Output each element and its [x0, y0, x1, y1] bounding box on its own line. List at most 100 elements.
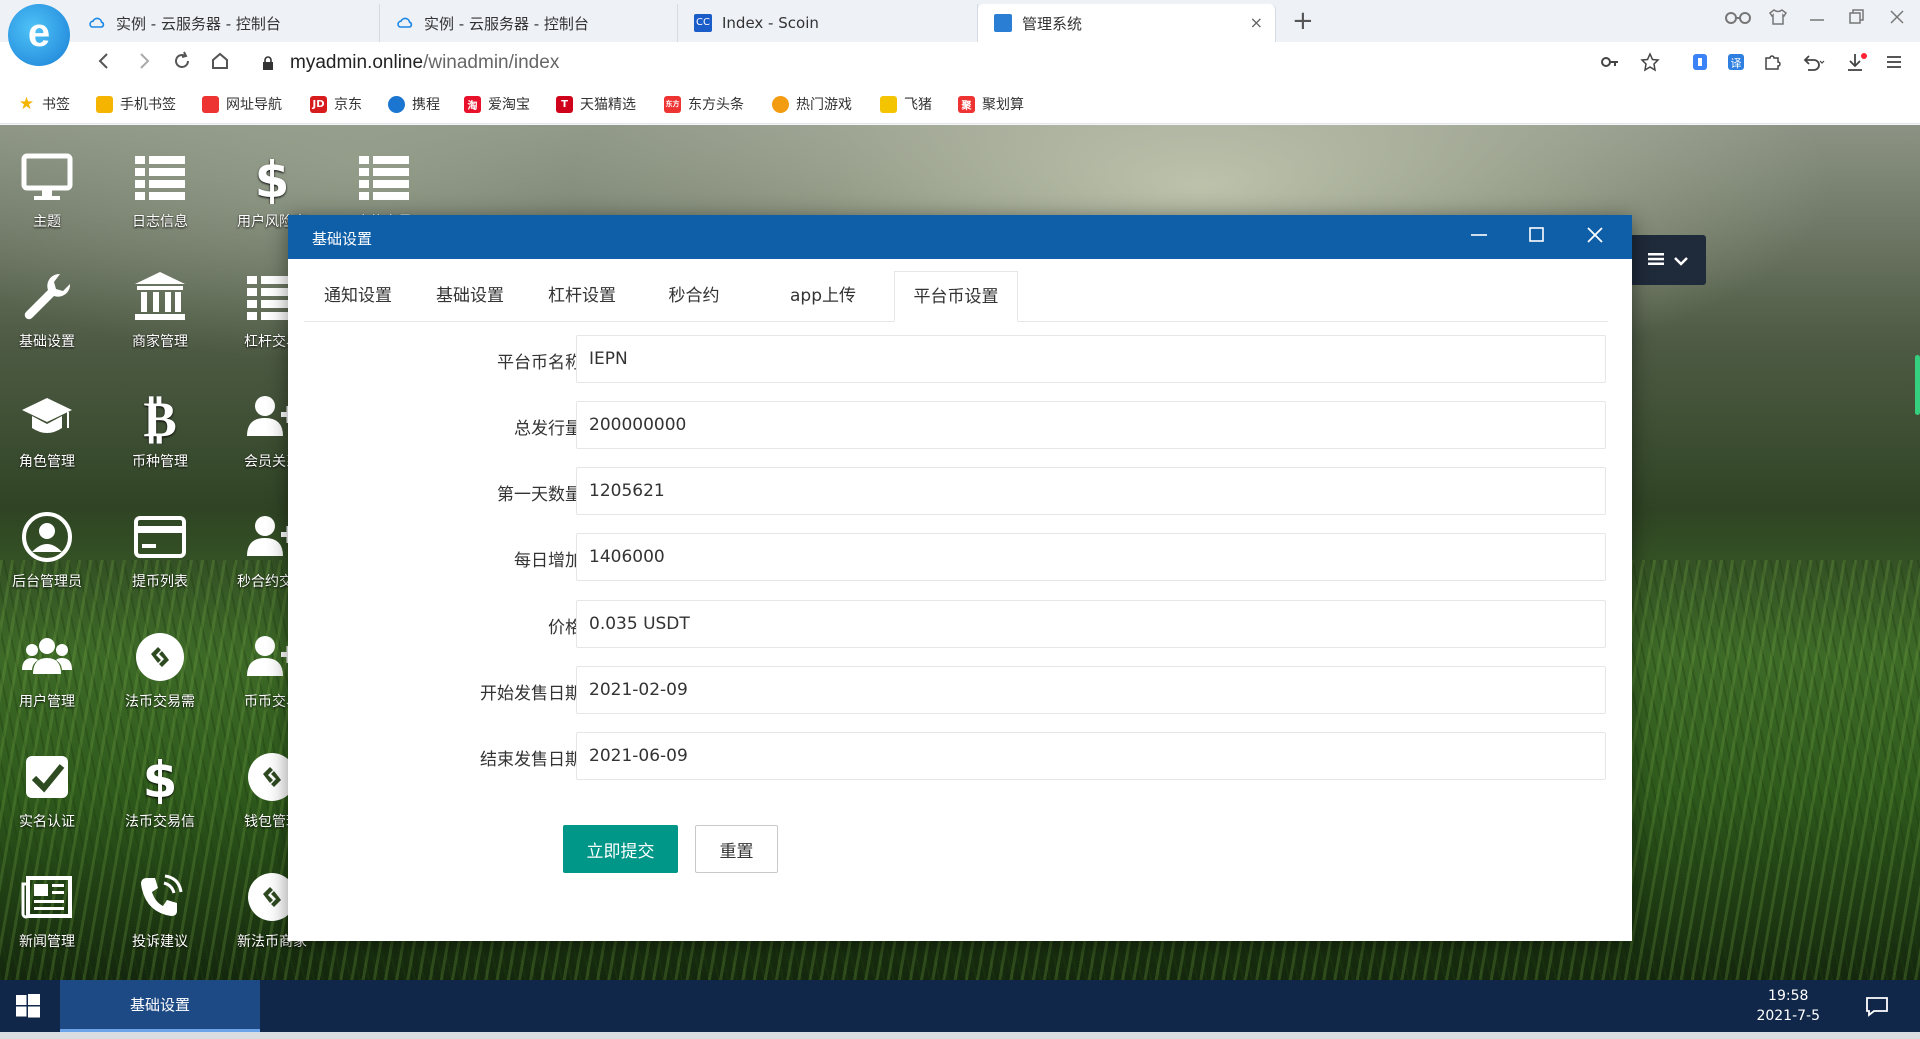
user-circle-icon	[17, 507, 77, 567]
shirt-skin-icon[interactable]	[1768, 8, 1788, 31]
bottom-edge	[0, 1032, 1920, 1039]
chevron-down-icon	[1674, 251, 1688, 270]
form-row-sale-end-date: 结束发售日期	[288, 732, 1632, 780]
close-tab-icon[interactable]: ×	[1250, 13, 1263, 32]
browser-tab-4-active[interactable]: 管理系统 ×	[978, 4, 1276, 42]
home-icon[interactable]	[210, 51, 230, 76]
star-bookmark-icon[interactable]	[1640, 52, 1660, 77]
desktop-icon-role-management[interactable]: 角色管理	[0, 387, 97, 471]
total-supply-input[interactable]	[576, 401, 1606, 449]
users-icon	[17, 627, 77, 687]
cloud-icon	[396, 14, 414, 32]
new-tab-button[interactable]: +	[1292, 6, 1314, 36]
reset-button[interactable]: 重置	[695, 825, 778, 873]
clock-time: 19:58	[1768, 988, 1809, 1004]
url-field[interactable]: myadmin.online/winadmin/index	[290, 52, 559, 74]
desktop-icon-merchant[interactable]: 商家管理	[110, 267, 210, 351]
desktop-icon-fiat-info[interactable]: $ 法币交易信	[110, 747, 210, 831]
phone-icon	[130, 867, 190, 927]
url-path: /winadmin/index	[423, 52, 560, 73]
browser-tab-1[interactable]: 实例 - 云服务器 - 控制台	[72, 4, 380, 42]
desktop-icon-log-info[interactable]: 日志信息	[110, 147, 210, 231]
wrench-icon	[17, 267, 77, 327]
forward-icon[interactable]	[136, 51, 152, 76]
submit-button[interactable]: 立即提交	[563, 825, 678, 873]
field-label: 总发行量	[514, 419, 582, 439]
desktop-icon-withdraw-list[interactable]: 提币列表	[110, 507, 210, 591]
daily-increase-input[interactable]	[576, 533, 1606, 581]
close-icon[interactable]	[1586, 225, 1604, 250]
undo-icon[interactable]	[1800, 52, 1826, 77]
minimize-icon[interactable]	[1470, 225, 1488, 250]
puzzle-extensions-icon[interactable]	[1762, 52, 1782, 77]
tab-platform-coin-settings[interactable]: 平台币设置	[894, 271, 1018, 322]
bookmark-item[interactable]: 淘爱淘宝	[464, 94, 530, 114]
bookmark-item[interactable]: 东方 东方头条	[664, 94, 744, 114]
sale-end-date-input[interactable]	[576, 732, 1606, 780]
window-title-bar[interactable]: 基础设置	[288, 215, 1632, 259]
menu-icon[interactable]	[1884, 52, 1904, 77]
scroll-indicator[interactable]	[1915, 355, 1920, 415]
desktop-icon-real-name[interactable]: 实名认证	[0, 747, 97, 831]
bookmark-item[interactable]: JD 京东	[310, 94, 362, 114]
tab-basic-settings[interactable]: 基础设置	[416, 271, 524, 322]
bookmark-item[interactable]: 飞猪	[880, 94, 932, 114]
desktop-icon-currency[interactable]: ₿ 币种管理	[110, 387, 210, 471]
svg-text:译: 译	[1731, 57, 1742, 70]
minimize-window-icon[interactable]	[1808, 8, 1826, 31]
maximize-icon[interactable]	[1528, 225, 1546, 250]
price-input[interactable]	[576, 600, 1606, 648]
star-icon: ★	[18, 94, 35, 114]
field-label: 第一天数量	[497, 485, 582, 505]
close-window-icon[interactable]	[1888, 8, 1906, 31]
floating-menu-dropdown[interactable]	[1630, 235, 1706, 285]
tab-leverage-settings[interactable]: 杠杆设置	[528, 271, 636, 322]
notification-chat-icon[interactable]	[1864, 994, 1890, 1018]
refresh-icon[interactable]	[172, 51, 192, 76]
coin-name-input[interactable]	[576, 335, 1606, 383]
system-clock[interactable]: 19:58 2021-7-5	[1756, 986, 1820, 1026]
desktop-icon-complaints[interactable]: 投诉建议	[110, 867, 210, 951]
basic-settings-window: 基础设置 通知设置 基础设置 杠杆设置 秒合约 app上传 平台币设置 平台币名…	[288, 215, 1632, 941]
browser-tab-label: 实例 - 云服务器 - 控制台	[116, 14, 281, 33]
browser-tab-3[interactable]: CC Index - Scoin	[678, 4, 978, 42]
key-icon[interactable]	[1600, 52, 1620, 77]
desktop-icon-news[interactable]: 新闻管理	[0, 867, 97, 951]
form-row-daily-increase: 每日增加	[288, 533, 1632, 581]
desktop-icon-admin[interactable]: 后台管理员	[0, 507, 97, 591]
translate-icon[interactable]: 译	[1726, 52, 1746, 77]
desktop-icon-basic-settings[interactable]: 基础设置	[0, 267, 97, 351]
bookmark-item[interactable]: 聚聚划算	[958, 94, 1024, 114]
back-icon[interactable]	[96, 51, 112, 76]
bookmark-item[interactable]: 热门游戏	[772, 94, 852, 114]
glasses-icon[interactable]	[1724, 8, 1752, 31]
download-icon[interactable]	[1846, 52, 1868, 77]
first-day-amount-input[interactable]	[576, 467, 1606, 515]
taskbar-item-basic-settings[interactable]: 基础设置	[60, 980, 260, 1032]
bookmark-item[interactable]: T 天猫精选	[556, 94, 636, 114]
sale-start-date-input[interactable]	[576, 666, 1606, 714]
field-label: 每日增加	[514, 551, 582, 571]
tab-second-contract[interactable]: 秒合约	[640, 271, 748, 322]
extension-blue-icon[interactable]	[1690, 52, 1710, 77]
tab-notification-settings[interactable]: 通知设置	[304, 271, 412, 322]
taobao-icon: 淘	[464, 95, 481, 113]
bookmark-item[interactable]: 携程	[388, 94, 440, 114]
lock-icon	[262, 55, 274, 70]
settings-tab-bar: 通知设置 基础设置 杠杆设置 秒合约 app上传 平台币设置	[304, 271, 1608, 322]
desktop-icon-fiat-demand[interactable]: 法币交易需	[110, 627, 210, 711]
desktop-icon-theme[interactable]: 主题	[0, 147, 97, 231]
bookmark-item[interactable]: ★ 书签	[18, 94, 70, 114]
hamburger-icon	[1648, 251, 1664, 270]
desktop-icon-user-management[interactable]: 用户管理	[0, 627, 97, 711]
browser-logo[interactable]: e	[8, 4, 70, 66]
browser-tab-label: 管理系统	[1022, 14, 1083, 33]
bookmark-item[interactable]: 网址导航	[202, 94, 282, 114]
taskbar: 基础设置 19:58 2021-7-5	[0, 980, 1920, 1032]
browser-tab-2[interactable]: 实例 - 云服务器 - 控制台	[380, 4, 678, 42]
windows-start-icon[interactable]	[16, 994, 40, 1018]
svg-text:₿: ₿	[143, 390, 176, 444]
restore-window-icon[interactable]	[1848, 8, 1866, 31]
tab-app-upload[interactable]: app上传	[764, 271, 882, 322]
bookmark-item[interactable]: 手机书签	[96, 94, 176, 114]
